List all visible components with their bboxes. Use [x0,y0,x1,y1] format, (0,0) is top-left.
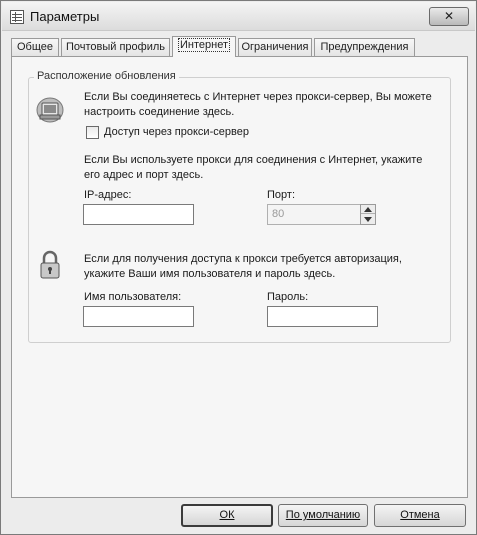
tab-restrictions-label: Ограничения [241,41,309,53]
proxy-checkbox[interactable] [86,126,99,139]
ok-button[interactable]: ОК [181,504,273,527]
defaults-button-label: По умолчанию [285,509,361,521]
username-label: Имя пользователя: [84,291,182,303]
proxy-address-intro: Если Вы используете прокси для соединени… [84,154,423,181]
tab-internet-label: Интернет [178,38,230,52]
close-button[interactable]: ✕ [429,7,469,26]
tab-mail-profile-label: Почтовый профиль [65,41,166,53]
proxy-checkbox-label[interactable]: Доступ через прокси-сервер [104,125,249,140]
port-label: Порт: [267,189,295,201]
tab-restrictions[interactable]: Ограничения [238,38,312,56]
update-location-group: Расположение обновления Если Вы соединяе… [28,70,451,343]
username-input[interactable] [83,306,194,327]
spin-down-icon[interactable] [361,215,375,224]
password-input[interactable] [267,306,378,327]
window-title: Параметры [30,9,100,24]
password-label: Пароль: [267,291,309,303]
proxy-intro-text: Если Вы соединяетесь с Интернет через пр… [84,91,432,118]
app-window-icon [10,10,24,24]
title-bar[interactable]: Параметры ✕ [2,2,475,31]
tab-warnings-label: Предупреждения [320,41,409,53]
auth-intro-text: Если для получения доступа к прокси треб… [84,253,402,280]
defaults-button[interactable]: По умолчанию [278,504,368,527]
group-title: Расположение обновления [34,70,179,82]
settings-dialog: Параметры ✕ Общее Почтовый профиль Интер… [0,0,477,535]
network-computer-icon [35,96,65,124]
internet-tab-panel: Расположение обновления Если Вы соединяе… [11,56,468,498]
port-input[interactable]: 80 [267,204,361,225]
tab-general[interactable]: Общее [11,38,59,56]
tab-warnings[interactable]: Предупреждения [314,38,415,56]
tab-internet[interactable]: Интернет [172,36,236,57]
cancel-button[interactable]: Отмена [374,504,466,527]
spin-up-icon[interactable] [361,205,375,214]
ip-address-label: IP-адрес: [84,189,132,201]
ip-address-input[interactable] [83,204,194,225]
port-spinner[interactable] [360,204,376,225]
tab-mail-profile[interactable]: Почтовый профиль [61,38,170,56]
tab-general-label: Общее [16,41,54,53]
cancel-button-label: Отмена [400,509,440,521]
ok-button-label: ОК [219,509,235,521]
padlock-icon [39,250,61,280]
